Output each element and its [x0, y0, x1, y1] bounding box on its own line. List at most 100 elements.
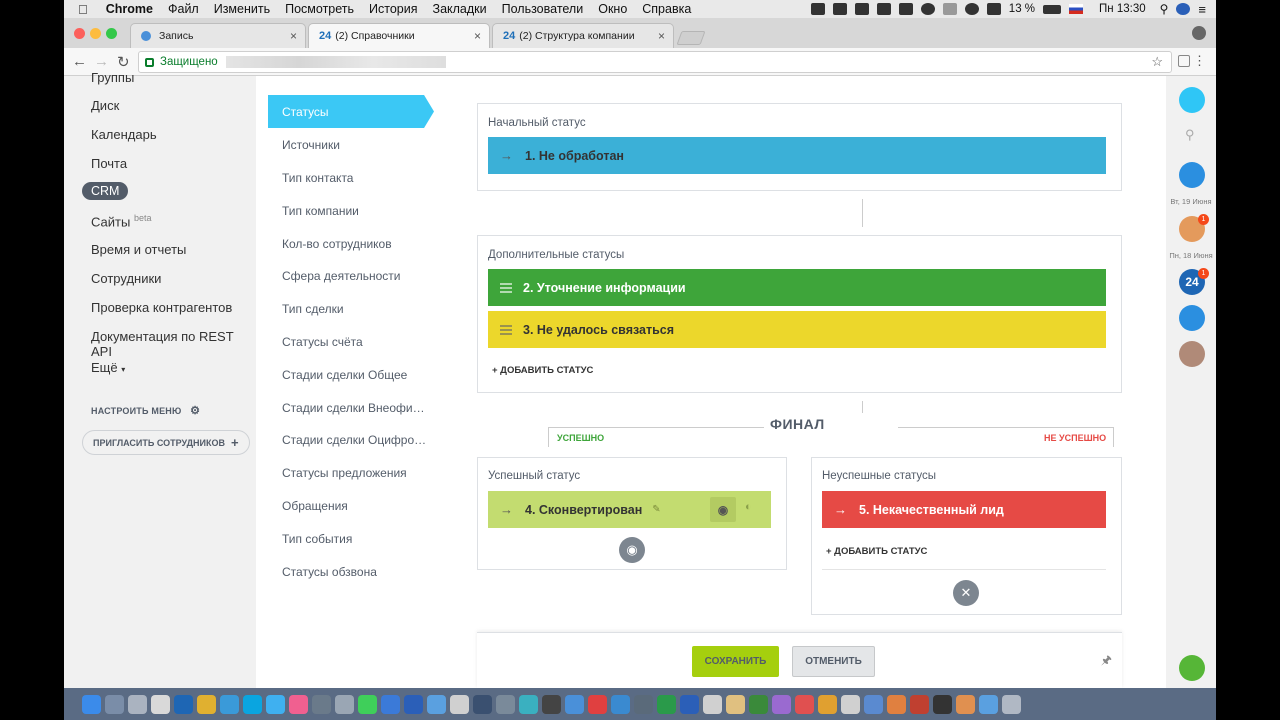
status-bar-initial[interactable]: → 1. Не обработан — [488, 137, 1106, 174]
finder-icon[interactable] — [82, 694, 101, 714]
pin-icon[interactable]: 🖈 — [1101, 651, 1112, 672]
app-icon[interactable] — [749, 694, 768, 714]
profile-icon[interactable] — [1192, 26, 1206, 40]
forward-icon[interactable]: → — [94, 53, 109, 70]
bookmark-star-icon[interactable]: ☆ — [1151, 54, 1163, 70]
menu-item-rest-api-docs[interactable]: Документация по REST API — [91, 329, 256, 359]
calendar-icon[interactable] — [151, 694, 170, 714]
safari-icon[interactable] — [220, 694, 239, 714]
back-icon[interactable]: ← — [72, 53, 87, 70]
menu-edit[interactable]: Изменить — [214, 2, 270, 16]
submenu-item[interactable]: Стадии сделки Оцифро… — [282, 433, 426, 447]
app-icon[interactable] — [519, 694, 538, 714]
excel-icon[interactable] — [657, 694, 676, 714]
input-source-flag-icon[interactable] — [1069, 4, 1084, 14]
app-icon[interactable] — [335, 694, 354, 714]
settings-icon[interactable]: ◐ — [745, 501, 752, 513]
tab-directories[interactable]: 24 (2) Справочники × — [308, 23, 490, 48]
status-bar-bad-lead[interactable]: → 5. Некачественный лид — [822, 491, 1106, 528]
messages-icon[interactable] — [266, 694, 285, 714]
menu-users[interactable]: Пользователи — [502, 2, 584, 16]
menu-view[interactable]: Посмотреть — [285, 2, 354, 16]
tab-close-icon[interactable]: × — [658, 29, 665, 43]
invite-employees-button[interactable]: ПРИГЛАСИТЬ СОТРУДНИКОВ + — [82, 430, 250, 455]
menu-item-sites[interactable]: Сайты beta — [91, 213, 151, 229]
menu-item-time-reports[interactable]: Время и отчеты — [91, 242, 186, 257]
submenu-item[interactable]: Статусы обзвона — [282, 565, 377, 579]
word-icon[interactable] — [680, 694, 699, 714]
menu-item-groups[interactable]: Группы — [91, 70, 134, 85]
bitrix24-app-icon[interactable] — [174, 694, 193, 714]
save-button[interactable]: СОХРАНИТЬ — [692, 646, 779, 677]
user-avatar[interactable] — [1179, 305, 1205, 331]
reload-icon[interactable]: ↻ — [117, 53, 130, 71]
drag-handle-icon[interactable] — [500, 323, 512, 337]
battery-percent[interactable]: 13 % — [1009, 3, 1035, 15]
notifications-icon[interactable] — [1179, 87, 1205, 113]
app-icon[interactable] — [818, 694, 837, 714]
bluetooth-icon[interactable] — [942, 3, 957, 15]
add-fail-status-link[interactable]: + ДОБАВИТЬ СТАТУС — [826, 546, 927, 557]
app-icon[interactable] — [864, 694, 883, 714]
status-app-icon[interactable] — [876, 3, 891, 15]
app-icon[interactable] — [542, 694, 561, 714]
drag-handle-icon[interactable] — [500, 281, 512, 295]
palette-icon[interactable]: ◉ — [710, 497, 736, 522]
itunes-icon[interactable] — [289, 694, 308, 714]
submenu-item[interactable]: Кол-во сотрудников — [282, 237, 392, 251]
status-app-icon[interactable] — [810, 3, 825, 15]
menu-item-counterparty-check[interactable]: Проверка контрагентов — [91, 300, 232, 315]
apple-icon[interactable]:  — [78, 2, 88, 17]
app-icon[interactable] — [565, 694, 584, 714]
tab-close-icon[interactable]: × — [474, 29, 481, 43]
submenu-item[interactable]: Тип события — [282, 532, 352, 546]
app-icon[interactable] — [910, 694, 929, 714]
app-icon[interactable] — [312, 694, 331, 714]
chrome-menu-icon[interactable]: ⋮ — [1193, 53, 1206, 69]
menu-window[interactable]: Окно — [598, 2, 627, 16]
menu-file[interactable]: Файл — [168, 2, 199, 16]
app-icon[interactable] — [427, 694, 446, 714]
volume-icon[interactable] — [986, 3, 1001, 15]
submenu-item[interactable]: Тип компании — [282, 204, 359, 218]
minimize-window-button[interactable] — [90, 28, 101, 39]
app-icon[interactable] — [841, 694, 860, 714]
whatsapp-icon[interactable] — [358, 694, 377, 714]
time-machine-icon[interactable] — [920, 3, 935, 15]
tab-record[interactable]: Запись × — [130, 23, 306, 48]
launchpad-icon[interactable] — [105, 694, 124, 714]
app-icon[interactable] — [381, 694, 400, 714]
chat-avatar[interactable] — [1179, 162, 1205, 188]
app-icon[interactable] — [887, 694, 906, 714]
app-icon[interactable] — [634, 694, 653, 714]
menu-item-disk[interactable]: Диск — [91, 98, 119, 113]
zoom-window-button[interactable] — [106, 28, 117, 39]
tab-close-icon[interactable]: × — [290, 29, 297, 43]
rocket-icon[interactable] — [128, 694, 147, 714]
status-bar-converted[interactable]: → 4. Сконвертирован ✎ ◉ ◐ — [488, 491, 771, 528]
submenu-item[interactable]: Стадии сделки Внеофи… — [282, 401, 425, 415]
app-icon[interactable] — [450, 694, 469, 714]
app-icon[interactable] — [772, 694, 791, 714]
siri-icon[interactable] — [1176, 3, 1191, 15]
app-icon[interactable] — [956, 694, 975, 714]
extension-icon[interactable] — [1178, 55, 1190, 67]
submenu-item[interactable]: Источники — [282, 138, 340, 152]
app-icon[interactable] — [726, 694, 745, 714]
url-field[interactable]: Защищено ☆ — [138, 51, 1172, 73]
submenu-item[interactable]: Обращения — [282, 499, 348, 513]
status-app-icon[interactable] — [854, 3, 869, 15]
app-icon[interactable] — [473, 694, 492, 714]
chrome-icon[interactable] — [197, 694, 216, 714]
skype-icon[interactable] — [243, 694, 262, 714]
menu-item-crm[interactable]: CRM — [82, 182, 129, 200]
spotlight-icon[interactable]: ⚲ — [1160, 2, 1169, 16]
tab-company-structure[interactable]: 24 (2) Структура компании × — [492, 23, 674, 48]
app-icon[interactable] — [404, 694, 423, 714]
status-app-icon[interactable] — [832, 3, 847, 15]
submenu-item[interactable]: Статусы предложения — [282, 466, 407, 480]
menu-item-mail[interactable]: Почта — [91, 156, 127, 171]
configure-menu-link[interactable]: НАСТРОИТЬ МЕНЮ ⚙ — [91, 404, 200, 417]
menu-help[interactable]: Справка — [642, 2, 691, 16]
submenu-item[interactable]: Тип контакта — [282, 171, 353, 185]
